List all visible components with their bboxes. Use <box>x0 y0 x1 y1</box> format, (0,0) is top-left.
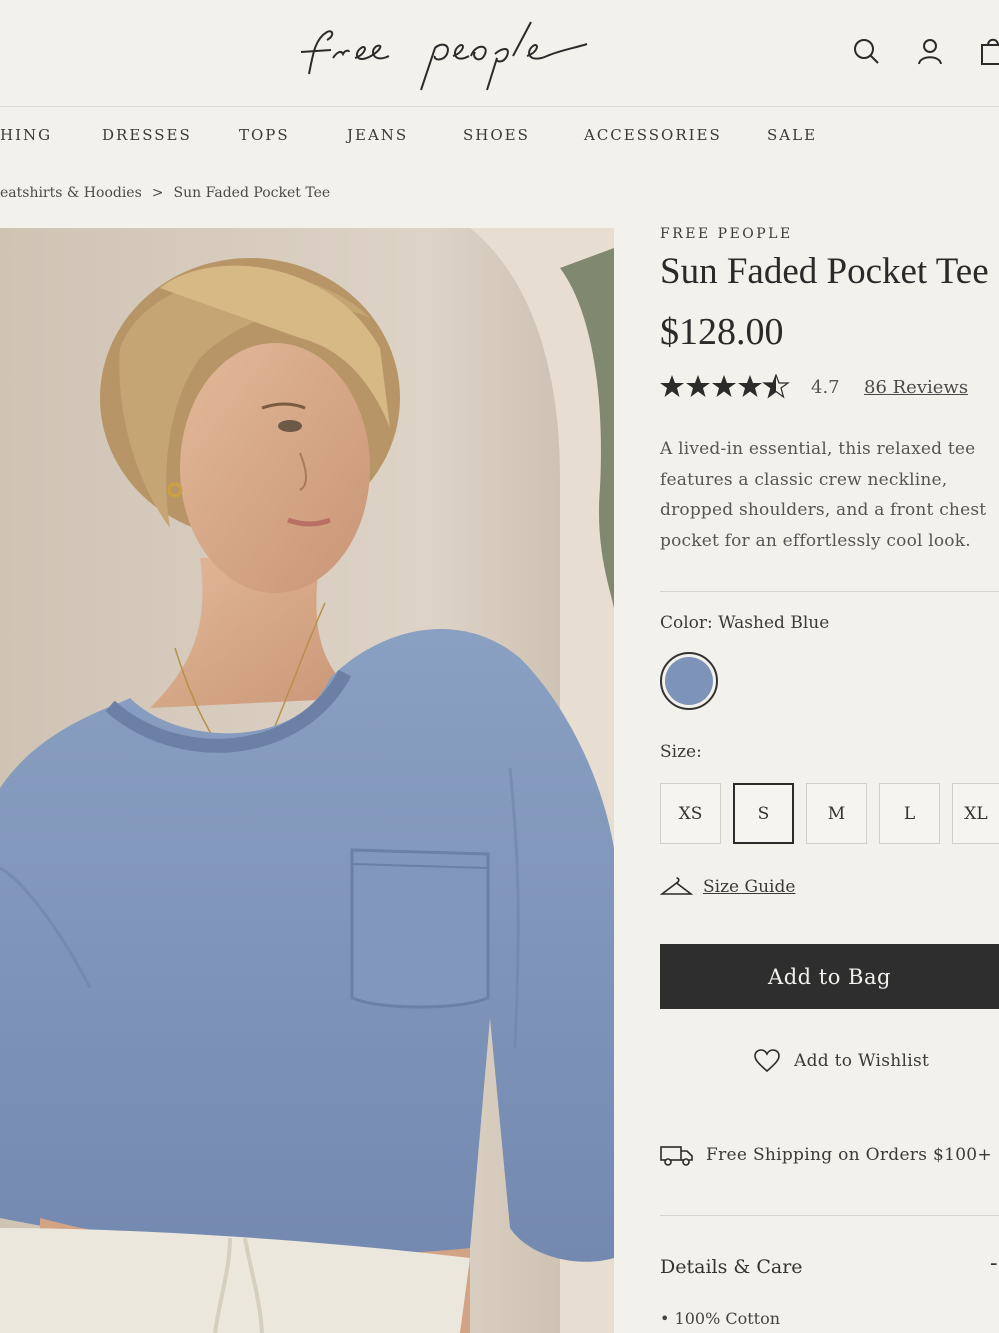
divider <box>660 1215 999 1216</box>
product-image[interactable] <box>0 228 614 1333</box>
color-label: Color: Washed Blue <box>660 613 830 633</box>
reviews-link[interactable]: 86 Reviews <box>864 377 968 398</box>
size-option-s[interactable]: S <box>733 783 794 844</box>
account-icon[interactable] <box>915 36 945 66</box>
nav-item-jeans[interactable]: JEANS <box>347 126 408 144</box>
details-care-accordion[interactable]: Details & Care <box>660 1256 803 1278</box>
breadcrumb-parent-link[interactable]: eatshirts & Hoodies <box>0 185 142 201</box>
size-guide-label: Size Guide <box>703 877 796 897</box>
product-description: A lived-in essential, this relaxed tee f… <box>660 439 987 551</box>
breadcrumb: eatshirts & Hoodies > Sun Faded Pocket Tee <box>0 185 330 201</box>
breadcrumb-current: Sun Faded Pocket Tee <box>173 185 331 201</box>
details-item-text: 100% Cotton <box>674 1309 781 1328</box>
details-list-item: • 100% Cotton <box>660 1309 781 1328</box>
nav-item-sale[interactable]: SALE <box>767 126 817 144</box>
bag-icon[interactable] <box>978 36 999 66</box>
truck-icon <box>660 1146 693 1166</box>
rating-value: 4.7 <box>811 377 840 398</box>
nav-item-tops[interactable]: TOPS <box>239 126 290 144</box>
rating-stars <box>660 373 790 404</box>
shipping-label: Free Shipping on Orders $100+ <box>706 1145 992 1165</box>
size-option-xs[interactable]: XS <box>660 783 721 844</box>
add-to-bag-button[interactable]: Add to Bag <box>660 944 999 1009</box>
shipping-info: Free Shipping on Orders $100+ <box>660 1140 992 1170</box>
collapse-toggle[interactable]: - <box>990 1251 997 1276</box>
color-swatch-washed-blue[interactable] <box>660 652 718 710</box>
product-price: $128.00 <box>660 311 784 353</box>
star-icon <box>660 375 684 397</box>
product-brand[interactable]: FREE PEOPLE <box>660 226 793 242</box>
product-title: Sun Faded Pocket Tee <box>660 251 989 292</box>
nav-item-dresses[interactable]: DRESSES <box>102 126 192 144</box>
site-header <box>0 0 999 107</box>
size-option-xl[interactable]: XL <box>952 783 999 844</box>
nav-item-clothing[interactable]: HING <box>0 126 52 144</box>
search-icon[interactable] <box>851 36 881 66</box>
hanger-icon <box>660 877 693 895</box>
nav-item-shoes[interactable]: SHOES <box>463 126 530 144</box>
divider <box>660 591 999 592</box>
size-guide-link[interactable]: Size Guide <box>660 872 795 902</box>
heart-icon <box>754 1049 780 1073</box>
brand-logo[interactable] <box>275 14 595 94</box>
star-icon <box>712 375 736 397</box>
add-to-wishlist-button[interactable]: Add to Wishlist <box>754 1046 929 1076</box>
size-option-l[interactable]: L <box>879 783 940 844</box>
star-icon <box>738 375 762 397</box>
size-label: Size: <box>660 742 702 762</box>
main-nav: HING DRESSES TOPS JEANS SHOES ACCESSORIE… <box>0 106 999 168</box>
size-option-m[interactable]: M <box>806 783 867 844</box>
wishlist-label: Add to Wishlist <box>794 1051 930 1071</box>
star-icon <box>686 375 710 397</box>
nav-item-accessories[interactable]: ACCESSORIES <box>584 126 722 144</box>
breadcrumb-separator: > <box>151 185 164 201</box>
